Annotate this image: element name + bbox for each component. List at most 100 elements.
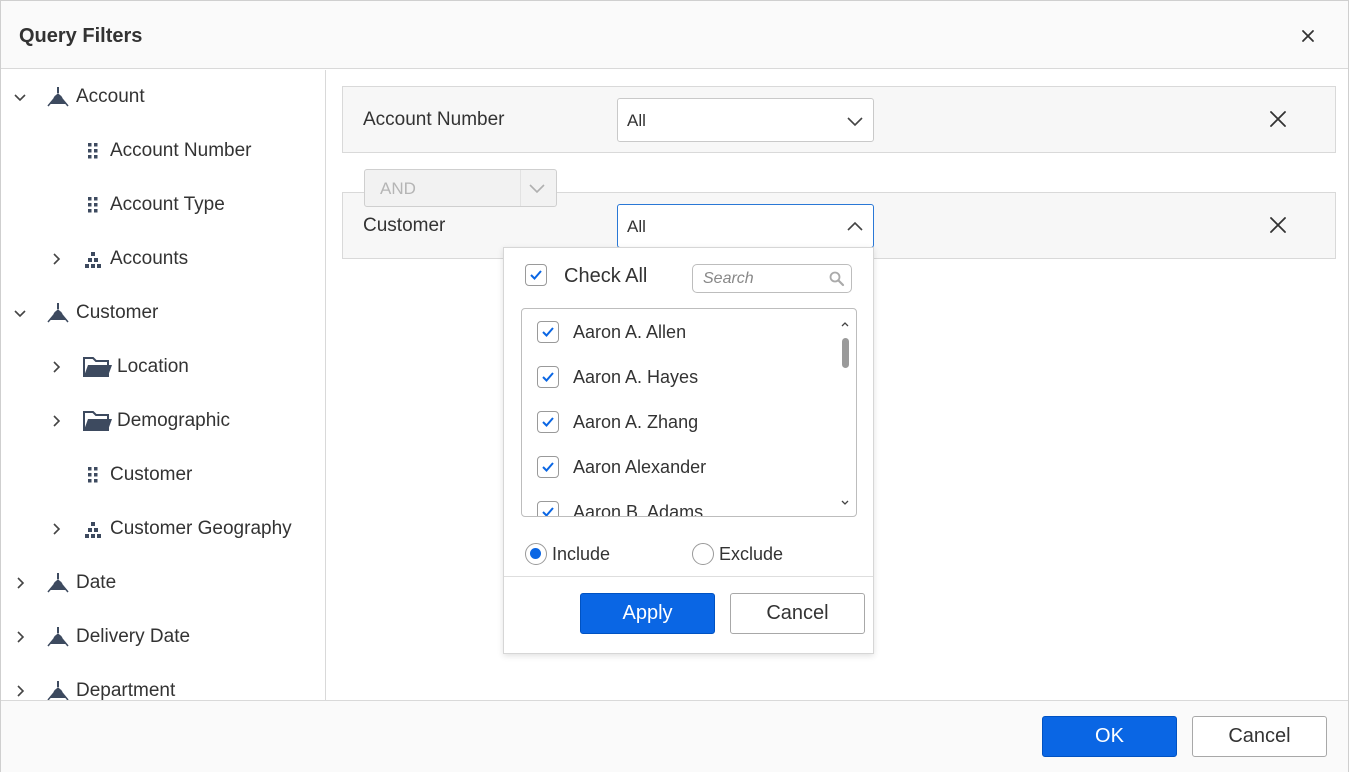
member-name: Aaron A. Zhang <box>573 412 699 432</box>
tree-item-label: Accounts <box>110 248 189 269</box>
remove-condition-icon[interactable] <box>1267 108 1289 130</box>
exclude-option[interactable]: Exclude <box>692 542 783 566</box>
filter-condition-account-number: Account Number All <box>342 86 1336 153</box>
remove-condition-icon[interactable] <box>1267 214 1289 236</box>
attribute-icon <box>82 142 104 160</box>
tree-item-label: Customer Geography <box>110 518 292 539</box>
tree-item-label: Demographic <box>117 410 230 431</box>
chevron-down-icon <box>845 111 865 131</box>
member-name: Aaron A. Allen <box>573 322 687 342</box>
member-search-input[interactable]: Search <box>692 264 852 293</box>
member-checkbox[interactable] <box>537 366 559 388</box>
list-item[interactable]: Aaron A. Hayes <box>522 354 832 399</box>
include-option[interactable]: Include <box>525 542 610 566</box>
member-name: Aaron B. Adams <box>573 502 704 517</box>
cancel-button[interactable]: Cancel <box>1192 716 1327 757</box>
chevron-down-icon[interactable] <box>9 86 31 108</box>
tree-item-label: Department <box>76 680 176 700</box>
chevron-right-icon[interactable] <box>45 356 67 378</box>
list-scrollbar[interactable] <box>834 309 856 516</box>
tree-item-label: Date <box>76 572 117 593</box>
tree-item-customer[interactable]: Customer <box>45 448 192 502</box>
tree-item-label: Account <box>76 86 145 107</box>
chevron-right-icon[interactable] <box>9 626 31 648</box>
member-list[interactable]: Aaron B. Adams Aaron Alexander Aaron A. Zh… <box>521 308 857 517</box>
include-radio[interactable] <box>525 543 547 565</box>
scroll-down-icon[interactable] <box>839 496 851 508</box>
chevron-right-icon[interactable] <box>45 410 67 432</box>
chevron-right-icon[interactable] <box>9 572 31 594</box>
tree-item-label: Account Type <box>110 194 225 215</box>
tree-item-department[interactable]: Department <box>9 664 175 700</box>
dialog-title: Query Filters <box>19 25 143 47</box>
tree-item-accounts[interactable]: Accounts <box>45 232 188 286</box>
tree-item-customer-geography[interactable]: Customer Geography <box>45 502 292 556</box>
close-icon[interactable] <box>1297 25 1319 47</box>
tree-item-account-number[interactable]: Account Number <box>45 124 252 178</box>
tree-item-demographic[interactable]: Demographic <box>45 394 230 448</box>
search-icon <box>828 270 846 288</box>
tree-item-label: Location <box>117 356 189 377</box>
exclude-label: Exclude <box>719 543 784 564</box>
chevron-right-icon[interactable] <box>9 680 31 700</box>
member-name: Aaron A. Hayes <box>573 367 699 387</box>
apply-button[interactable]: Apply <box>580 593 715 634</box>
member-filter-popup: Check All Search Aaron B. Adams Aaron Ale… <box>503 247 874 654</box>
chevron-right-icon[interactable] <box>45 518 67 540</box>
condition-field-label: Customer <box>363 215 446 236</box>
scroll-up-icon[interactable] <box>839 317 851 329</box>
tree-item-location[interactable]: Location <box>45 340 189 394</box>
member-name: Aaron Alexander <box>573 457 707 477</box>
condition-value-dropdown[interactable]: All <box>617 98 874 142</box>
list-item[interactable]: Aaron A. Zhang <box>522 399 832 444</box>
field-tree: Account Account Number Account Type Account… <box>1 70 326 700</box>
folder-icon <box>79 409 117 433</box>
chevron-right-icon[interactable] <box>45 248 67 270</box>
member-checkbox[interactable] <box>537 411 559 433</box>
list-item[interactable]: Aaron Alexander <box>522 444 832 489</box>
operator-value: AND <box>380 179 416 198</box>
chevron-up-icon <box>845 217 865 237</box>
popup-cancel-button[interactable]: Cancel <box>730 593 865 634</box>
list-item[interactable]: Aaron A. Allen <box>522 309 832 354</box>
attribute-icon <box>82 466 104 484</box>
list-item[interactable]: Aaron B. Adams <box>522 489 832 517</box>
hierarchy-icon <box>82 520 104 538</box>
dialog-header: Query Filters <box>1 1 1348 69</box>
tree-item-delivery-date[interactable]: Delivery Date <box>9 610 190 664</box>
chevron-down-icon <box>527 178 547 198</box>
scrollbar-thumb[interactable] <box>842 338 849 368</box>
dropdown-value: All <box>627 111 646 130</box>
folder-icon <box>79 355 117 379</box>
member-checkbox[interactable] <box>537 456 559 478</box>
tree-item-label: Customer <box>110 464 193 485</box>
hierarchy-icon <box>82 250 104 268</box>
tree-item-customer[interactable]: Customer <box>9 286 158 340</box>
member-checkbox[interactable] <box>537 321 559 343</box>
popup-footer: Apply Cancel <box>504 576 873 653</box>
include-label: Include <box>552 543 611 564</box>
condition-field-label: Account Number <box>363 109 505 130</box>
dimension-icon <box>45 85 71 109</box>
exclude-radio[interactable] <box>692 543 714 565</box>
dimension-icon <box>45 679 71 700</box>
tree-item-account-type[interactable]: Account Type <box>45 178 225 232</box>
dimension-icon <box>45 301 71 325</box>
logical-operator-select[interactable]: AND <box>364 169 557 207</box>
tree-item-label: Delivery Date <box>76 626 191 647</box>
dropdown-value: All <box>627 217 646 236</box>
search-placeholder: Search <box>703 270 754 287</box>
chevron-down-icon[interactable] <box>9 302 31 324</box>
condition-value-dropdown[interactable]: All <box>617 204 874 248</box>
member-checkbox[interactable] <box>537 501 559 516</box>
ok-button[interactable]: OK <box>1042 716 1177 757</box>
tree-item-date[interactable]: Date <box>9 556 116 610</box>
tree-item-account[interactable]: Account <box>9 70 145 124</box>
select-divider <box>520 170 521 206</box>
attribute-icon <box>82 196 104 214</box>
tree-item-label: Customer <box>76 302 159 323</box>
check-all-checkbox[interactable] <box>525 264 547 286</box>
